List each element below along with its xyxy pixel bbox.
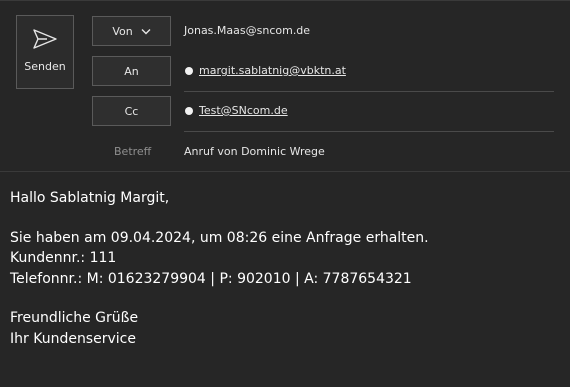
from-button[interactable]: Von xyxy=(92,16,171,46)
top-border xyxy=(0,0,570,1)
send-icon xyxy=(33,29,57,49)
body-line-customer-number: Kundennr.: 111 xyxy=(10,250,117,266)
to-recipient[interactable]: margit.sablatnig@vbktn.at xyxy=(185,64,346,77)
cc-field-underline xyxy=(184,131,554,132)
body-separator xyxy=(0,171,570,172)
closing-signature: Ihr Kundenservice xyxy=(10,330,136,347)
from-button-label: Von xyxy=(112,24,133,38)
chevron-down-icon xyxy=(141,28,151,34)
presence-dot-icon xyxy=(185,66,193,75)
to-button-label: An xyxy=(124,64,139,78)
greeting: Hallo Sablatnig Margit, xyxy=(10,190,170,206)
cc-button-label: Cc xyxy=(124,104,139,118)
to-field-underline xyxy=(184,91,554,92)
subject-label: Betreff xyxy=(114,145,152,158)
from-address: Jonas.Maas@sncom.de xyxy=(184,24,311,37)
presence-dot-icon xyxy=(185,106,193,115)
to-recipient-address[interactable]: margit.sablatnig@vbktn.at xyxy=(199,64,346,77)
to-button[interactable]: An xyxy=(92,56,171,86)
subject-input[interactable]: Anruf von Dominic Wrege xyxy=(184,145,325,158)
body-line-phone: Telefonnr.: M: 01623279904 | P: 902010 |… xyxy=(10,270,412,287)
send-button[interactable]: Senden xyxy=(16,15,74,89)
closing-regards: Freundliche Grüße xyxy=(10,310,139,326)
body-line-request: Sie haben am 09.04.2024, um 08:26 eine A… xyxy=(10,229,429,246)
cc-button[interactable]: Cc xyxy=(92,96,171,126)
message-body[interactable]: Hallo Sablatnig Margit, Sie haben am 09.… xyxy=(10,188,429,368)
cc-recipient[interactable]: Test@SNcom.de xyxy=(185,104,288,117)
send-button-label: Senden xyxy=(24,60,66,73)
cc-recipient-address[interactable]: Test@SNcom.de xyxy=(199,104,288,117)
